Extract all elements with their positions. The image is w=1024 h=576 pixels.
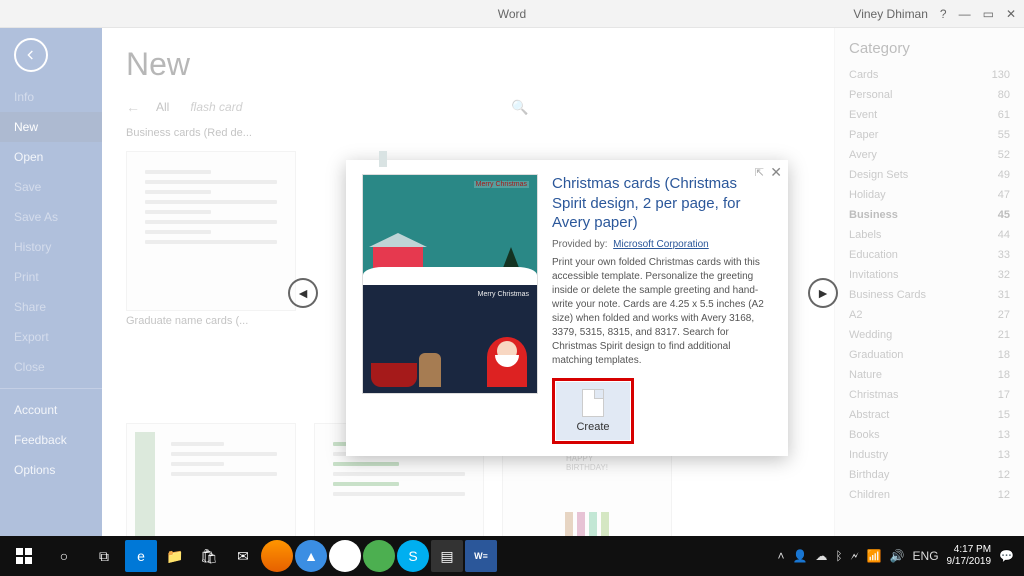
- app-icon[interactable]: [363, 540, 395, 572]
- create-label: Create: [576, 421, 609, 433]
- onedrive-icon[interactable]: ☁: [815, 549, 827, 563]
- minimize-button[interactable]: —: [959, 7, 971, 21]
- next-template-button[interactable]: ►: [808, 278, 838, 308]
- titlebar-right: Viney Dhiman ? — ▭ ✕: [853, 7, 1016, 21]
- app-icon[interactable]: ▲: [295, 540, 327, 572]
- tray-chevron-icon[interactable]: ˄: [777, 549, 784, 563]
- bluetooth-icon[interactable]: ᛒ: [835, 549, 842, 563]
- clock[interactable]: 4:17 PM 9/17/2019: [947, 544, 992, 568]
- app-icon[interactable]: ▤: [431, 540, 463, 572]
- start-button[interactable]: [4, 536, 44, 576]
- template-title: Christmas cards (Christmas Spirit design…: [552, 174, 772, 233]
- provider-link[interactable]: Microsoft Corporation: [613, 239, 709, 250]
- volume-icon[interactable]: 🔊: [890, 549, 905, 563]
- language-indicator[interactable]: ENG: [913, 549, 939, 563]
- mail-icon[interactable]: ✉: [227, 540, 259, 572]
- pin-icon[interactable]: ⇱: [755, 166, 764, 179]
- windows-taskbar: ○ ⧉ e 📁 🛍 ✉ ▲ ◉ S ▤ W≡ ˄ 👤 ☁ ᛒ 🗲 📶 🔊 ENG…: [0, 536, 1024, 576]
- task-view-icon[interactable]: ⧉: [84, 536, 124, 576]
- preview-greeting: Merry Christmas: [474, 181, 529, 188]
- close-dialog-button[interactable]: ✕: [770, 164, 782, 181]
- user-name: Viney Dhiman: [853, 7, 927, 21]
- battery-icon[interactable]: 🗲: [851, 549, 859, 564]
- file-explorer-icon[interactable]: 📁: [159, 540, 191, 572]
- action-center-icon[interactable]: 💬: [999, 549, 1014, 563]
- create-button[interactable]: Create: [556, 382, 630, 440]
- chrome-icon[interactable]: ◉: [329, 540, 361, 572]
- edge-icon[interactable]: e: [125, 540, 157, 572]
- store-icon[interactable]: 🛍: [193, 540, 225, 572]
- document-icon: [582, 389, 604, 417]
- wifi-icon[interactable]: 📶: [867, 549, 882, 563]
- create-highlight: Create: [552, 378, 634, 444]
- help-icon[interactable]: ?: [940, 7, 947, 21]
- maximize-button[interactable]: ▭: [983, 7, 994, 21]
- close-button[interactable]: ✕: [1006, 7, 1016, 21]
- previous-template-button[interactable]: ◄: [288, 278, 318, 308]
- firefox-icon[interactable]: [261, 540, 293, 572]
- title-bar: Word Viney Dhiman ? — ▭ ✕: [0, 0, 1024, 28]
- skype-icon[interactable]: S: [397, 540, 429, 572]
- template-preview-image: Merry Christmas Merry Christmas: [362, 174, 538, 394]
- word-taskbar-icon[interactable]: W≡: [465, 540, 497, 572]
- preview-greeting: Merry Christmas: [478, 291, 529, 298]
- app-title: Word: [498, 7, 526, 21]
- provided-by-label: Provided by:: [552, 239, 608, 250]
- template-description: Print your own folded Christmas cards wi…: [552, 256, 772, 368]
- cortana-icon[interactable]: ○: [44, 536, 84, 576]
- template-preview-dialog: ⇱ ✕ Merry Christmas Merry Christmas Chri…: [346, 160, 788, 456]
- people-icon[interactable]: 👤: [792, 549, 807, 563]
